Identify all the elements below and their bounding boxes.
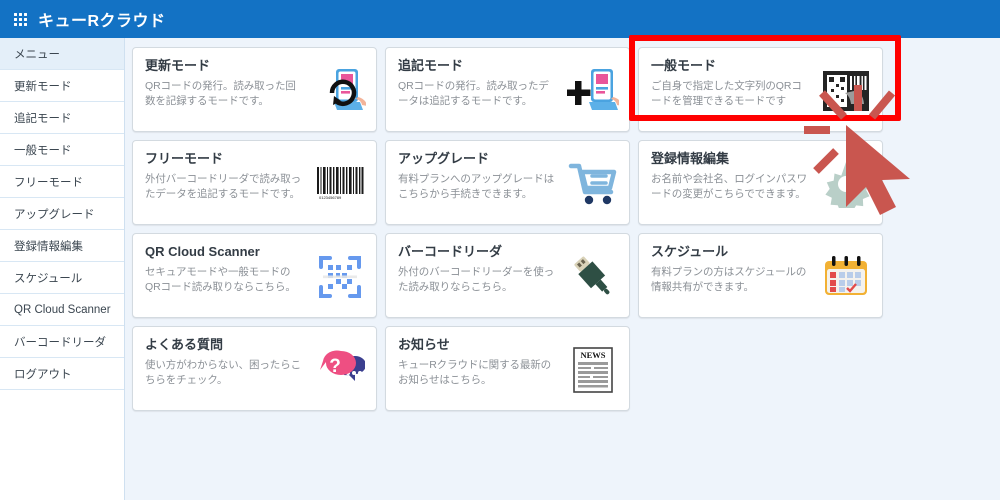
sidebar-item-1[interactable]: 更新モード (0, 70, 124, 102)
grid-apps-icon[interactable] (14, 12, 27, 26)
card-grid: 更新モード QRコードの発行。読み取った回数を記録するモードです。 追記モード QR… (132, 47, 998, 411)
svg-text:0123456789: 0123456789 (319, 195, 342, 200)
card-3[interactable]: フリーモード 外付バーコードリーダで読み取ったデータを追記するモードです。 012… (132, 140, 377, 225)
card-description: 外付バーコードリーダで読み取ったデータを追記するモードです。 (145, 172, 301, 200)
usb-plug-icon (566, 250, 620, 304)
sidebar-item-label: バーコードリーダ (14, 336, 106, 349)
sidebar-item-label: 一般モード (14, 144, 72, 157)
sidebar-item-label: メニュー (14, 48, 60, 61)
app-header: キューRクラウド (0, 0, 1000, 38)
phone-qr-plus-icon (566, 64, 620, 118)
sidebar-item-0[interactable]: メニュー (0, 38, 124, 70)
gear-icon (819, 157, 873, 211)
main-content: 更新モード QRコードの発行。読み取った回数を記録するモードです。 追記モード QR… (125, 38, 1000, 500)
card-description: セキュアモードや一般モードのQRコード読み取りならこちら。 (145, 265, 296, 293)
sidebar-item-label: スケジュール (14, 272, 83, 285)
svg-text:NEWS: NEWS (580, 350, 605, 360)
card-description: QRコードの発行。読み取ったデータは追記するモードです。 (398, 79, 549, 107)
card-6[interactable]: QR Cloud Scanner セキュアモードや一般モードのQRコード読み取りな… (132, 233, 377, 318)
card-description: 外付のバーコードリーダーを使った読み取りならこちら。 (398, 265, 554, 293)
card-description: ご自身で指定した文字列のQRコードを管理できるモードです (651, 79, 802, 107)
sidebar-item-2[interactable]: 追記モード (0, 102, 124, 134)
sidebar-item-4[interactable]: フリーモード (0, 166, 124, 198)
card-description: キューRクラウドに関する最新のお知らせはこちら。 (398, 358, 552, 386)
app-title: キューRクラウド (38, 13, 166, 30)
barcode-icon: 0123456789 (313, 157, 367, 211)
sidebar: メニュー更新モード追記モード一般モードフリーモード アップグレード 登録情報編集 スケ… (0, 38, 125, 500)
card-4[interactable]: アップグレード 有料プランへのアップグレードはこちらから手続きできます。 (385, 140, 630, 225)
sidebar-item-label: 追記モード (14, 112, 72, 125)
card-description: お名前や会社名、ログインパスワードの変更がこちらでできます。 (651, 172, 807, 200)
card-9[interactable]: よくある質問 使い方がわからない、困ったらこちらをチェック。 ? (132, 326, 377, 411)
qr-scan-icon (313, 250, 367, 304)
phone-qr-refresh-icon (313, 64, 367, 118)
qr-barcode-box-icon (819, 64, 873, 118)
svg-text:?: ? (329, 356, 341, 377)
card-1[interactable]: 追記モード QRコードの発行。読み取ったデータは追記するモードです。 (385, 47, 630, 132)
chat-question-icon: ? (313, 343, 367, 397)
card-8[interactable]: スケジュール 有料プランの方はスケジュールの情報共有ができます。 (638, 233, 883, 318)
sidebar-item-label: 登録情報編集 (14, 240, 83, 253)
card-description: 有料プランの方はスケジュールの情報共有ができます。 (651, 265, 807, 293)
calendar-icon (819, 250, 873, 304)
sidebar-item-6[interactable]: 登録情報編集 (0, 230, 124, 262)
card-5[interactable]: 登録情報編集 お名前や会社名、ログインパスワードの変更がこちらでできます。 (638, 140, 883, 225)
sidebar-item-label: ログアウト (14, 368, 72, 381)
card-7[interactable]: バーコードリーダ 外付のバーコードリーダーを使った読み取りならこちら。 (385, 233, 630, 318)
card-0[interactable]: 更新モード QRコードの発行。読み取った回数を記録するモードです。 (132, 47, 377, 132)
card-10[interactable]: お知らせ キューRクラウドに関する最新のお知らせはこちら。 NEWS (385, 326, 630, 411)
sidebar-item-7[interactable]: スケジュール (0, 262, 124, 294)
shopping-cart-icon (566, 157, 620, 211)
app-root: キューRクラウド メニュー 更新モード 追記モード 一般モード フリーモード アップグレー… (0, 0, 1000, 500)
card-description: 有料プランへのアップグレードはこちらから手続きできます。 (398, 172, 554, 200)
sidebar-item-label: フリーモード (14, 176, 83, 189)
sidebar-item-10[interactable]: ログアウト (0, 358, 124, 390)
sidebar-item-label: QR Cloud Scanner (14, 303, 111, 316)
card-2[interactable]: 一般モード ご自身で指定した文字列のQRコードを管理できるモードです (638, 47, 883, 132)
news-paper-icon: NEWS (566, 343, 620, 397)
sidebar-item-9[interactable]: バーコードリーダ (0, 326, 124, 358)
card-description: 使い方がわからない、困ったらこちらをチェック。 (145, 358, 301, 386)
card-description: QRコードの発行。読み取った回数を記録するモードです。 (145, 79, 296, 107)
sidebar-item-label: 更新モード (14, 80, 72, 93)
sidebar-item-5[interactable]: アップグレード (0, 198, 124, 230)
sidebar-item-8[interactable]: QR Cloud Scanner (0, 294, 124, 326)
sidebar-item-3[interactable]: 一般モード (0, 134, 124, 166)
sidebar-item-label: アップグレード (14, 208, 95, 221)
